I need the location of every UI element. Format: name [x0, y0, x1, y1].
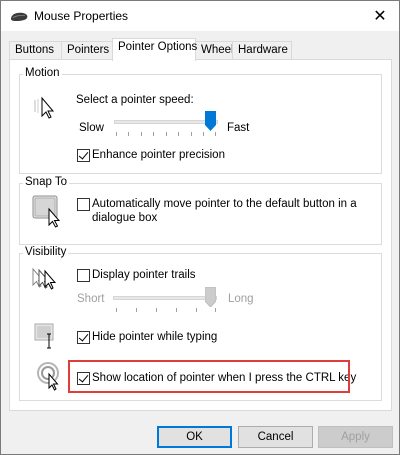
show-location-icon — [37, 362, 59, 391]
hide-pointer-icon — [34, 323, 54, 349]
snap-to-icon — [32, 195, 61, 228]
snap-to-group: Snap To — [19, 176, 382, 245]
short-label: Short — [77, 293, 105, 305]
motion-group-label: Motion — [23, 67, 62, 79]
cancel-button[interactable]: Cancel — [238, 426, 313, 448]
window-title: Mouse Properties — [34, 9, 129, 23]
pointer-options-panel: Motion Select a pointer speed: Slow Fast — [9, 59, 392, 411]
snap-to-label-line1[interactable]: Automatically move pointer to the defaul… — [92, 198, 357, 210]
fast-label: Fast — [227, 122, 250, 134]
ok-button[interactable]: OK — [157, 426, 232, 448]
pointer-speed-label: Select a pointer speed: — [76, 94, 194, 106]
enhance-precision-label[interactable]: Enhance pointer precision — [92, 149, 225, 161]
pointer-speed-icon — [34, 96, 55, 119]
hide-pointer-checkbox[interactable] — [77, 331, 90, 344]
tab-hardware[interactable]: Hardware — [232, 41, 292, 60]
long-label: Long — [228, 293, 254, 305]
slow-label: Slow — [79, 122, 104, 134]
pointer-speed-thumb[interactable] — [205, 111, 216, 131]
snap-to-checkbox[interactable] — [77, 198, 90, 211]
hide-pointer-label[interactable]: Hide pointer while typing — [92, 331, 217, 343]
tab-wheel[interactable]: Wheel — [195, 41, 234, 60]
tab-pointer-options[interactable]: Pointer Options — [112, 38, 197, 61]
snap-to-group-label: Snap To — [23, 176, 69, 188]
tab-pointers[interactable]: Pointers — [61, 41, 113, 60]
close-icon: ✕ — [373, 8, 387, 25]
close-button[interactable]: ✕ — [361, 1, 399, 31]
apply-button: Apply — [318, 426, 393, 448]
tab-buttons[interactable]: Buttons — [9, 41, 62, 60]
pointer-trails-label[interactable]: Display pointer trails — [92, 269, 196, 281]
visibility-group-label: Visibility — [23, 246, 69, 258]
pointer-trails-icon — [32, 267, 57, 290]
mouse-properties-window: Mouse Properties ✕ Buttons Pointers Poin… — [0, 0, 400, 455]
snap-to-label-line2[interactable]: dialogue box — [92, 212, 157, 224]
title-bar: Mouse Properties ✕ — [1, 1, 399, 31]
mouse-icon — [11, 12, 28, 21]
pointer-trails-checkbox[interactable] — [77, 269, 90, 282]
pointer-trails-thumb — [205, 287, 216, 307]
tab-bar: Buttons Pointers Pointer Options Wheel H… — [9, 38, 393, 61]
highlight-box — [68, 360, 350, 393]
enhance-precision-checkbox[interactable] — [77, 149, 90, 162]
